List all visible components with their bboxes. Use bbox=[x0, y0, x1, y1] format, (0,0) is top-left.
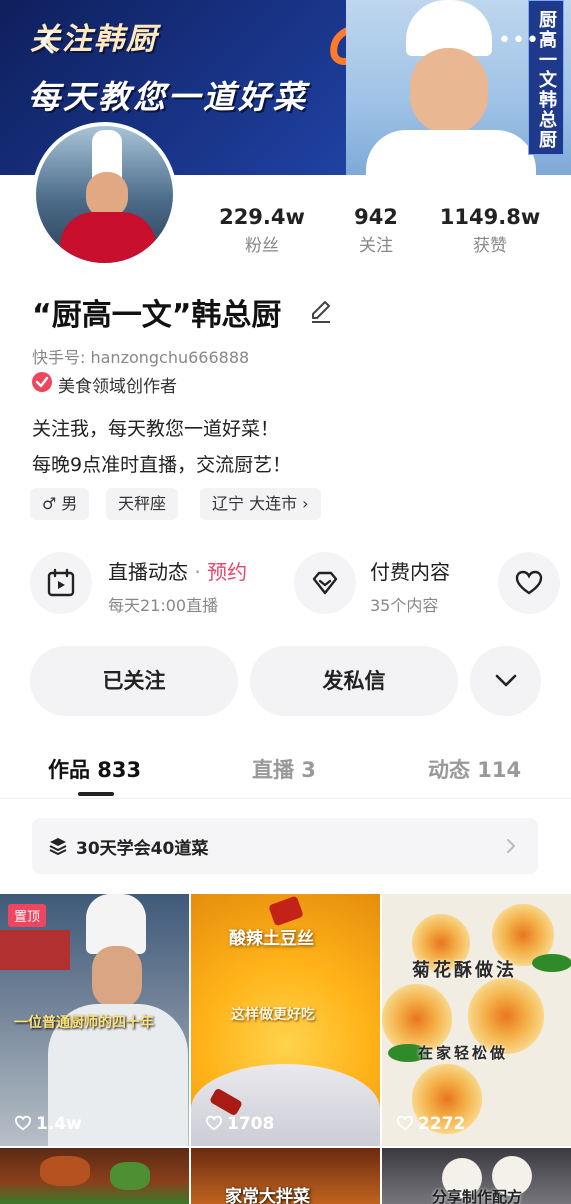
paid-content-title[interactable]: 付费内容 bbox=[370, 556, 450, 585]
video-thumbnail[interactable] bbox=[0, 1148, 189, 1204]
tag-location[interactable]: 辽宁 大连市 › bbox=[200, 488, 321, 520]
pinned-badge: 置顶 bbox=[8, 904, 47, 927]
tag-gender: ♂ 男 bbox=[30, 488, 90, 520]
back-icon[interactable] bbox=[34, 28, 62, 56]
fan-group-button[interactable] bbox=[498, 552, 560, 614]
live-subtitle: 每天21:00直播 bbox=[108, 596, 219, 615]
stat-value: 942 bbox=[354, 205, 398, 229]
video-likes: 2272 bbox=[396, 1114, 465, 1134]
video-thumbnail[interactable]: 酸辣土豆丝 这样做更好吃 1708 bbox=[191, 894, 380, 1146]
video-thumbnail[interactable]: 分享制作配方 bbox=[382, 1148, 571, 1204]
video-thumbnail[interactable]: 家常大拌菜 bbox=[191, 1148, 380, 1204]
video-thumbnail[interactable]: 菊花酥做法 在家轻松做 2272 bbox=[382, 894, 571, 1146]
layers-icon bbox=[49, 838, 67, 855]
video-caption: 酸辣土豆丝 bbox=[229, 929, 314, 949]
heart-outline-icon bbox=[14, 1115, 32, 1131]
stat-label: 获赞 bbox=[473, 236, 507, 256]
video-likes: 1708 bbox=[205, 1114, 274, 1134]
stat-label: 关注 bbox=[359, 236, 393, 256]
profile-name: “厨高一文”韩总厨 bbox=[32, 298, 282, 333]
calendar-play-icon bbox=[47, 568, 75, 597]
creator-label: 美食领域创作者 bbox=[58, 377, 177, 397]
tab-works[interactable]: 作品 833 bbox=[48, 754, 141, 784]
live-title[interactable]: 直播动态 · 预约 bbox=[108, 556, 247, 585]
follow-button[interactable]: 已关注 bbox=[30, 646, 238, 716]
edit-icon[interactable] bbox=[308, 298, 334, 324]
account-id: 快手号: hanzongchu666888 bbox=[32, 348, 250, 367]
heart-icon bbox=[515, 570, 543, 595]
collection-banner[interactable]: 30天学会40道菜 bbox=[32, 818, 538, 874]
tab-live[interactable]: 直播 3 bbox=[252, 754, 316, 784]
message-button[interactable]: 发私信 bbox=[250, 646, 458, 716]
verified-check-icon bbox=[32, 372, 52, 392]
banner-subheadline: 每天教您一道好菜 bbox=[28, 78, 309, 116]
stat-value: 1149.8w bbox=[439, 205, 541, 229]
video-caption: 一位普通厨师的四十年 bbox=[14, 1015, 154, 1031]
stat-value: 229.4w bbox=[219, 205, 305, 229]
divider bbox=[0, 798, 571, 799]
bio-line: 每晚9点准时直播，交流厨艺！ bbox=[32, 454, 292, 476]
stat-followers[interactable]: 229.4w 粉丝 bbox=[202, 205, 322, 256]
video-caption: 菊花酥做法 bbox=[412, 960, 517, 981]
more-options-icon[interactable]: ••• bbox=[498, 30, 539, 52]
chevron-down-icon bbox=[495, 674, 516, 687]
video-likes: 1.4w bbox=[14, 1114, 82, 1134]
video-subcaption: 这样做更好吃 bbox=[231, 1007, 315, 1023]
tab-moments[interactable]: 动态 114 bbox=[428, 754, 521, 784]
bio-line: 关注我，每天教您一道好菜！ bbox=[32, 418, 280, 440]
video-subcaption: 在家轻松做 bbox=[418, 1044, 509, 1062]
stat-likes[interactable]: 1149.8w 获赞 bbox=[430, 205, 550, 256]
video-thumbnail[interactable]: 置顶 一位普通厨师的四十年 1.4w bbox=[0, 894, 189, 1146]
heart-outline-icon bbox=[396, 1115, 414, 1131]
video-caption: 家常大拌菜 bbox=[225, 1187, 310, 1204]
chevron-right-icon bbox=[507, 839, 515, 853]
reserve-link[interactable]: 预约 bbox=[207, 560, 247, 584]
paid-content-button[interactable] bbox=[294, 552, 356, 614]
banner-vertical-tag: 厨高一文韩总厨 bbox=[528, 0, 564, 155]
collection-label: 30天学会40道菜 bbox=[76, 839, 209, 859]
video-caption: 分享制作配方 bbox=[432, 1188, 523, 1204]
paid-content-subtitle: 35个内容 bbox=[370, 596, 439, 615]
heart-outline-icon bbox=[205, 1115, 223, 1131]
tag-zodiac: 天秤座 bbox=[106, 488, 179, 520]
active-tab-indicator bbox=[78, 792, 114, 796]
stat-following[interactable]: 942 关注 bbox=[316, 205, 436, 256]
expand-button[interactable] bbox=[470, 646, 541, 716]
diamond-icon bbox=[312, 571, 338, 595]
stat-label: 粉丝 bbox=[245, 236, 279, 256]
live-schedule-button[interactable] bbox=[30, 552, 92, 614]
avatar[interactable] bbox=[32, 122, 177, 267]
